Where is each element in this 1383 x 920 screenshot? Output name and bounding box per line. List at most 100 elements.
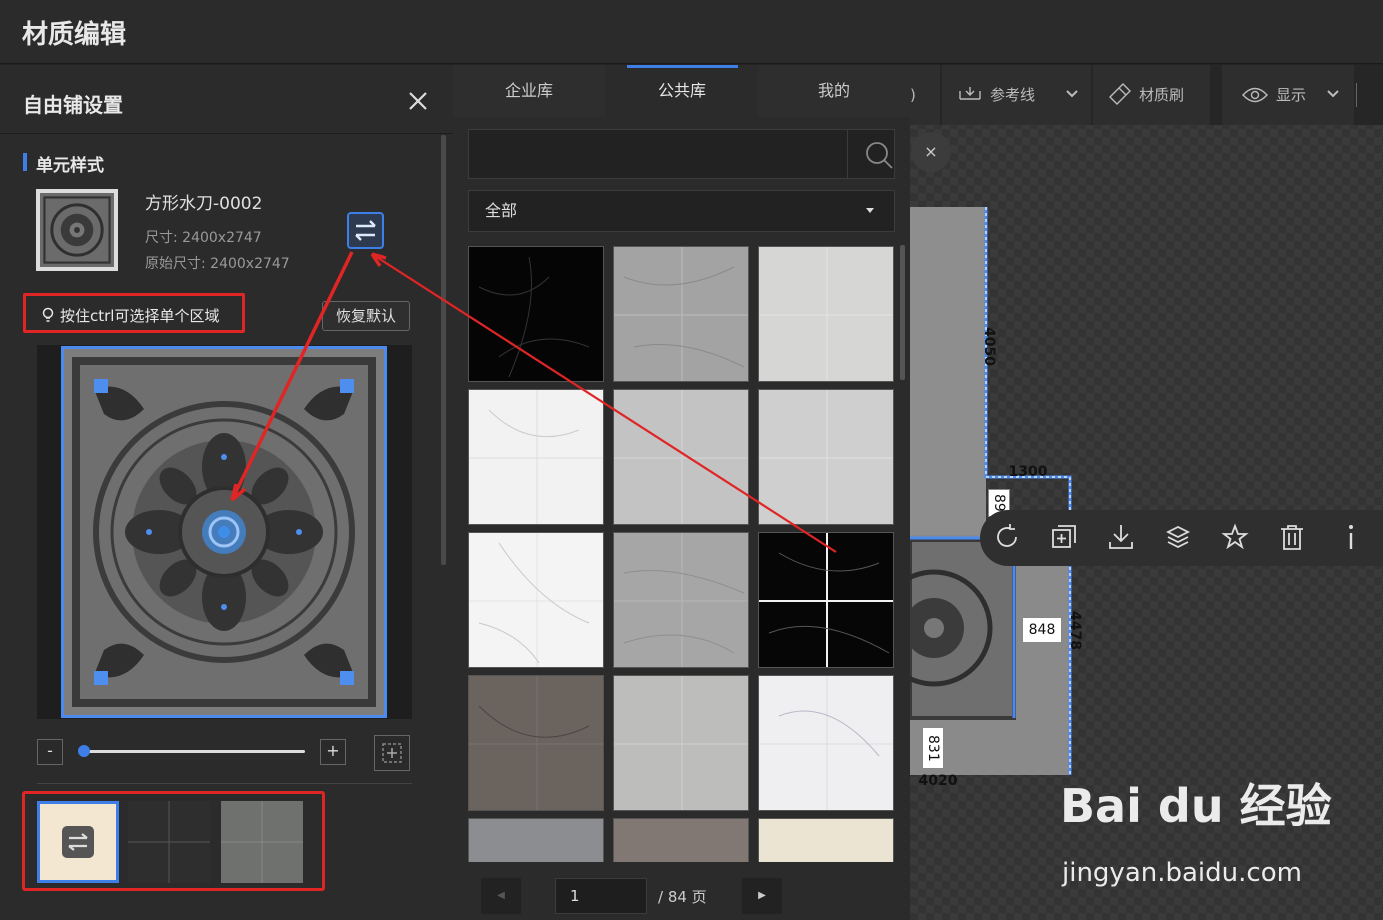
chevron-down-icon [1066,90,1078,98]
material-original-size: 原始尺寸: 2400x2747 [145,256,290,272]
next-page-button[interactable]: ▶ [742,878,782,914]
floating-toolbar [980,510,1383,566]
close-icon[interactable]: × [911,132,951,172]
material-tile[interactable] [758,532,894,668]
display-label: 显示 [1276,86,1307,104]
baidu-watermark: Bai du 经验 jingyan.baidu.com [1060,770,1360,900]
dimension-831: 831 [922,727,944,769]
trash-icon[interactable] [1277,522,1307,552]
section-title: 单元样式 [36,156,104,176]
material-tile[interactable] [468,246,604,382]
library-scrollbar[interactable] [900,245,905,380]
unit-swatches-highlight [22,791,325,891]
zoom-out-button[interactable]: - [37,739,63,765]
brush-icon [1109,83,1131,105]
pagination: ◀ 1 / 84 页 ▶ [453,871,910,920]
zoom-slider[interactable] [80,750,305,753]
swatch-grey-stone[interactable] [221,801,303,883]
refline-button[interactable]: 参考线 [942,65,1091,125]
material-tile[interactable] [758,818,894,862]
material-library: 全部 ◀ 1 / 84 页 ▶ [453,117,910,920]
material-tile[interactable] [468,532,604,668]
section-marker [23,153,27,171]
refline-icon [959,87,981,100]
download-icon[interactable] [1106,522,1136,552]
divider [37,783,412,784]
search-input[interactable] [468,129,895,179]
material-thumbnail [36,189,118,271]
swap-icon [62,826,94,858]
replace-material-button[interactable] [347,212,384,249]
swatch-dark-stone[interactable] [128,801,210,883]
material-tile[interactable] [613,532,749,668]
panel-scrollbar[interactable] [441,135,446,565]
material-tile[interactable] [468,389,604,525]
bulb-icon [42,307,54,322]
app-title: 材质编辑 [22,20,127,50]
material-tile[interactable] [758,675,894,811]
hint-highlight: 按住ctrl可选择单个区域 [23,293,245,333]
material-tile[interactable] [758,389,894,525]
hint-label: 按住ctrl可选择单个区域 [60,307,220,325]
zoom-slider-handle[interactable] [78,745,90,757]
swatch-replace[interactable] [37,801,119,883]
active-tab-indicator [627,65,738,68]
prev-page-button[interactable]: ◀ [481,878,521,914]
material-tile[interactable] [613,675,749,811]
star-icon[interactable] [1220,522,1250,552]
close-icon[interactable] [406,89,430,113]
rotate-icon[interactable] [992,522,1022,552]
library-tabs: 企业库 公共库 我的 [453,65,910,117]
reset-default-button[interactable]: 恢复默认 [322,301,410,331]
material-tile[interactable] [758,246,894,382]
divider [0,133,453,134]
dimension-4020: 4020 [918,773,958,789]
tab-enterprise[interactable]: 企业库 [453,65,605,117]
category-select[interactable]: 全部 [468,190,895,232]
info-icon[interactable] [1336,522,1366,552]
material-tile[interactable] [468,818,604,862]
watermark-url: jingyan.baidu.com [1062,858,1302,888]
material-brush-button[interactable]: 材质刷 [1093,65,1210,125]
baidu-logo: Bai du 经验 [1060,779,1332,833]
chevron-down-icon [866,208,874,213]
page-total: / 84 页 [658,888,707,906]
panel-title: 自由铺设置 [23,93,123,117]
title-bar: 材质编辑 [0,0,1383,64]
fit-icon [382,743,402,763]
material-tile[interactable] [613,389,749,525]
tab-mine[interactable]: 我的 [758,65,910,117]
material-size: 尺寸: 2400x2747 [145,230,262,246]
dimension-848: 848 [1022,617,1062,643]
refline-label: 参考线 [990,86,1036,104]
material-name: 方形水刀-0002 [145,194,263,214]
tab-public[interactable]: 公共库 [606,65,758,117]
category-value: 全部 [485,201,518,220]
zoom-in-button[interactable]: + [320,739,346,765]
floor-plan[interactable] [910,195,1110,795]
swap-icon [355,220,376,241]
canvas-toolbar: ) 参考线 材质刷 显示 [910,65,1383,125]
page-number-input[interactable]: 1 [555,878,647,914]
dimension-1300: 1300 [1008,464,1048,480]
divider [847,130,848,178]
brush-label: 材质刷 [1139,86,1185,104]
dimension-4050: 4050 [981,326,997,366]
fit-view-button[interactable] [374,735,410,771]
search-icon[interactable] [864,140,894,170]
tile-preview-image[interactable] [61,346,387,718]
material-grid [468,246,895,862]
material-tile[interactable] [613,818,749,862]
material-tile[interactable] [468,675,604,811]
display-button[interactable]: 显示 [1222,65,1354,125]
toolbar-partial-item[interactable]: ) [910,65,940,125]
layers-icon[interactable] [1163,522,1193,552]
eye-icon [1242,87,1268,103]
material-tile[interactable] [613,246,749,382]
divider [1356,83,1357,107]
copy-icon[interactable] [1049,522,1079,552]
dimension-4478: 4478 [1067,610,1083,650]
chevron-down-icon [1327,90,1339,98]
tile-preview[interactable] [37,345,412,719]
hint-text: 按住ctrl可选择单个区域 [42,305,219,326]
